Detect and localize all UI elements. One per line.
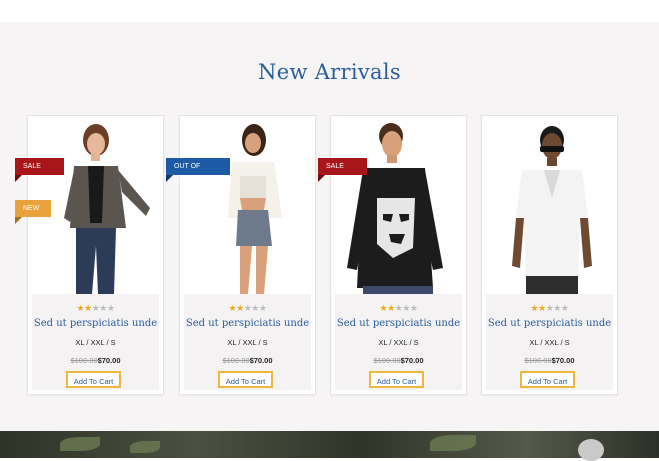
star-icon: ★ xyxy=(99,304,107,314)
product-sizes: XL / XXL / S xyxy=(227,338,268,347)
add-to-cart-button[interactable]: Add To Cart xyxy=(520,371,575,388)
product-sizes: XL / XXL / S xyxy=(378,338,419,347)
old-price: $100.00 xyxy=(222,356,250,365)
product-card[interactable]: ★★★★★ Sed ut perspiciatis unde XL / XXL … xyxy=(179,115,316,395)
sale-price: $70.00 xyxy=(400,356,424,365)
star-icon: ★ xyxy=(553,304,561,314)
badge-label: OUT OF STOCK xyxy=(174,163,201,187)
product-name[interactable]: Sed ut perspiciatis unde xyxy=(32,318,159,329)
star-icon: ★ xyxy=(379,304,388,314)
old-price: $100.00 xyxy=(373,356,401,365)
out-of-stock-badge: OUT OF STOCK xyxy=(166,158,230,187)
star-icon: ★ xyxy=(76,304,85,314)
product-sizes: XL / XXL / S xyxy=(75,338,116,347)
star-icon: ★ xyxy=(251,304,259,314)
rating-stars: ★★★★★ xyxy=(32,304,159,314)
star-icon: ★ xyxy=(236,304,244,314)
star-icon: ★ xyxy=(84,304,92,314)
add-to-cart-button[interactable]: Add To Cart xyxy=(66,371,121,388)
product-card[interactable]: ★★★★★ Sed ut perspiciatis unde XL / XXL … xyxy=(27,115,164,395)
star-icon: ★ xyxy=(106,304,115,314)
product-price: $100.00$70.00 xyxy=(486,356,613,365)
product-price: $100.00$70.00 xyxy=(335,356,462,365)
old-price: $100.00 xyxy=(524,356,552,365)
product-name[interactable]: Sed ut perspiciatis unde xyxy=(335,318,462,329)
model-man-white-polo xyxy=(484,118,615,294)
badge-label: SALE xyxy=(326,163,344,170)
sale-price: $70.00 xyxy=(97,356,121,365)
add-to-cart-button[interactable]: Add To Cart xyxy=(218,371,273,388)
product-card[interactable]: ★★★★★ Sed ut perspiciatis unde XL / XXL … xyxy=(481,115,618,395)
sale-badge: SALE xyxy=(15,158,64,182)
product-price: $100.00$70.00 xyxy=(32,356,159,365)
rating-stars: ★★★★★ xyxy=(486,304,613,314)
rating-stars: ★★★★★ xyxy=(335,304,462,314)
star-icon: ★ xyxy=(258,304,267,314)
star-icon: ★ xyxy=(538,304,546,314)
star-icon: ★ xyxy=(387,304,395,314)
star-icon: ★ xyxy=(228,304,237,314)
model-man-black-tee xyxy=(333,118,464,294)
product-price: $100.00$70.00 xyxy=(184,356,311,365)
sale-price: $70.00 xyxy=(249,356,273,365)
sale-price: $70.00 xyxy=(551,356,575,365)
product-sizes: XL / XXL / S xyxy=(529,338,570,347)
product-image[interactable] xyxy=(182,118,313,294)
old-price: $100.00 xyxy=(70,356,98,365)
product-info: ★★★★★ Sed ut perspiciatis unde XL / XXL … xyxy=(486,294,613,390)
product-info: ★★★★★ Sed ut perspiciatis unde XL / XXL … xyxy=(184,294,311,390)
product-info: ★★★★★ Sed ut perspiciatis unde XL / XXL … xyxy=(32,294,159,390)
model-woman-shorts xyxy=(182,118,313,294)
product-info: ★★★★★ Sed ut perspiciatis unde XL / XXL … xyxy=(335,294,462,390)
star-icon: ★ xyxy=(402,304,410,314)
badge-label: SALE xyxy=(23,163,41,170)
product-image[interactable] xyxy=(484,118,615,294)
star-icon: ★ xyxy=(409,304,418,314)
product-image[interactable] xyxy=(333,118,464,294)
product-card[interactable]: ★★★★★ Sed ut perspiciatis unde XL / XXL … xyxy=(330,115,467,395)
star-icon: ★ xyxy=(560,304,569,314)
new-badge: NEW xyxy=(15,200,51,224)
star-icon: ★ xyxy=(530,304,539,314)
rating-stars: ★★★★★ xyxy=(184,304,311,314)
product-name[interactable]: Sed ut perspiciatis unde xyxy=(486,318,613,329)
footer-banner-image xyxy=(0,431,659,461)
add-to-cart-button[interactable]: Add To Cart xyxy=(369,371,424,388)
section-title: New Arrivals xyxy=(258,60,401,84)
product-name[interactable]: Sed ut perspiciatis unde xyxy=(184,318,311,329)
sale-badge: SALE xyxy=(318,158,367,182)
badge-label: NEW xyxy=(23,205,40,212)
